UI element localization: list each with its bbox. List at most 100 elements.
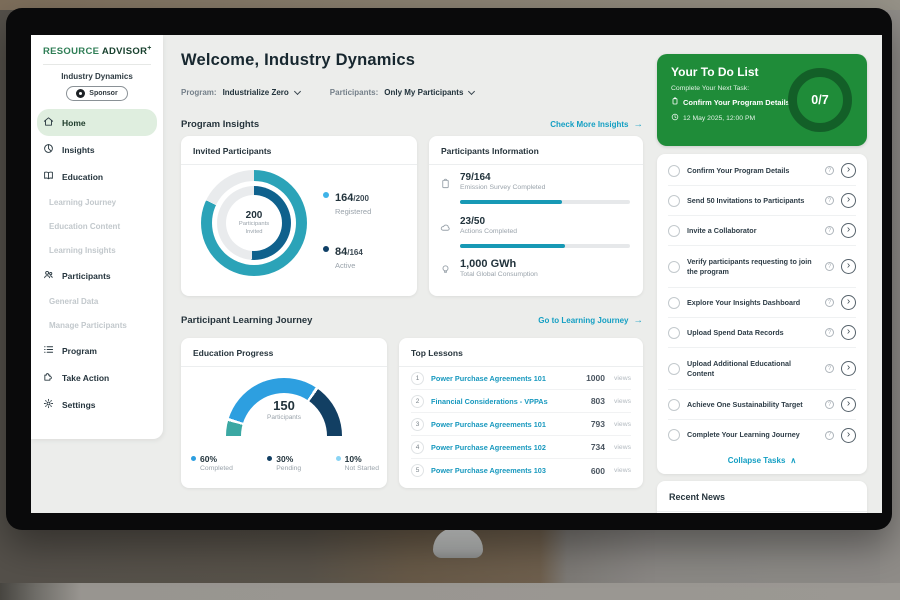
sidebar-item-home[interactable]: Home [37, 109, 157, 136]
task-row[interactable]: Complete Your Learning Journey ? › [668, 420, 856, 450]
lesson-link[interactable]: Power Purchase Agreements 103 [431, 466, 584, 475]
sidebar-item-settings[interactable]: Settings [37, 391, 157, 418]
task-checkbox[interactable] [668, 165, 680, 177]
program-filter-label: Program: [181, 88, 217, 97]
sidebar-item-learning-insights[interactable]: Learning Insights [37, 238, 157, 262]
actions-icon [440, 220, 451, 238]
filters-row: Program: Industrialize Zero Participants… [181, 88, 474, 97]
task-checkbox[interactable] [668, 297, 680, 309]
rank-badge: 1 [411, 372, 424, 385]
info-icon[interactable]: ? [825, 196, 834, 205]
legend-label: Completed [200, 465, 233, 472]
lesson-link[interactable]: Financial Considerations - VPPAs [431, 397, 584, 406]
collapse-tasks-link[interactable]: Collapse Tasks ∧ [657, 450, 867, 470]
info-icon[interactable]: ? [825, 298, 834, 307]
task-checkbox[interactable] [668, 261, 680, 273]
sidebar-item-education-content[interactable]: Education Content [37, 214, 157, 238]
info-icon[interactable]: ? [825, 400, 834, 409]
card-title: Education Progress [181, 338, 387, 367]
actions-progress-fill [460, 244, 565, 248]
info-icon[interactable]: ? [825, 431, 834, 440]
sidebar-item-general-data[interactable]: General Data [37, 289, 157, 313]
invited-donut-chart: 200 Participants Invited [201, 170, 307, 276]
sidebar-item-learning-journey[interactable]: Learning Journey [37, 190, 157, 214]
task-row[interactable]: Invite a Collaborator ? › [668, 216, 856, 246]
sidebar-item-label: Home [62, 118, 86, 128]
chevron-right-button[interactable]: › [841, 193, 856, 208]
org-name: Industry Dynamics [31, 72, 163, 81]
chevron-right-button[interactable]: › [841, 325, 856, 340]
info-row-actions: 23/50 Actions Completed [460, 216, 517, 235]
legend-pct: 60% [200, 454, 233, 464]
program-icon [43, 342, 54, 360]
chevron-right-button[interactable]: › [841, 428, 856, 443]
info-icon[interactable]: ? [825, 262, 834, 271]
task-row[interactable]: Upload Additional Educational Content ? … [668, 348, 856, 390]
chevron-right-button[interactable]: › [841, 223, 856, 238]
task-row[interactable]: Verify participants requesting to join t… [668, 246, 856, 288]
info-row-survey: 79/164 Emission Survey Completed [460, 172, 545, 191]
task-checkbox[interactable] [668, 429, 680, 441]
sidebar-item-program[interactable]: Program [37, 337, 157, 364]
task-checkbox[interactable] [668, 327, 680, 339]
task-row[interactable]: Upload Spend Data Records ? › [668, 318, 856, 348]
chevron-right-button[interactable]: › [841, 259, 856, 274]
lesson-row: 3 Power Purchase Agreements 101 793 view… [411, 413, 631, 436]
task-row[interactable]: Send 50 Invitations to Participants ? › [668, 186, 856, 216]
arrow-right-icon: → [634, 119, 644, 130]
task-row[interactable]: Achieve One Sustainability Target ? › [668, 390, 856, 420]
todo-summary-card: Your To Do List Complete Your Next Task:… [657, 54, 867, 146]
lesson-link[interactable]: Power Purchase Agreements 101 [431, 374, 579, 383]
program-insights-header: Program Insights Check More Insights → [181, 119, 643, 130]
sidebar-item-participants[interactable]: Participants [37, 262, 157, 289]
lesson-link[interactable]: Power Purchase Agreements 102 [431, 443, 584, 452]
collapse-label: Collapse Tasks [728, 456, 786, 465]
participants-filter-label: Participants: [330, 88, 378, 97]
task-checkbox[interactable] [668, 225, 680, 237]
go-to-learning-journey-link[interactable]: Go to Learning Journey → [538, 315, 643, 326]
info-icon[interactable]: ? [825, 328, 834, 337]
sidebar-item-manage-participants[interactable]: Manage Participants [37, 313, 157, 337]
task-row[interactable]: Confirm Your Program Details ? › [668, 156, 856, 186]
task-checkbox[interactable] [668, 399, 680, 411]
lesson-link[interactable]: Power Purchase Agreements 101 [431, 420, 584, 429]
monitor-stand [433, 528, 483, 558]
invited-participants-card: Invited Participants 200 Participants In… [181, 136, 417, 296]
photo-scene: RESOURCE ADVISOR+ Industry Dynamics Spon… [0, 0, 900, 600]
clock-icon [671, 113, 679, 123]
task-checkbox[interactable] [668, 363, 680, 375]
info-icon[interactable]: ? [825, 226, 834, 235]
check-more-insights-link[interactable]: Check More Insights → [550, 119, 643, 130]
sidebar-item-insights[interactable]: Insights [37, 136, 157, 163]
chevron-up-icon: ∧ [790, 456, 796, 465]
legend-pct: 10% [345, 454, 379, 464]
task-row[interactable]: Explore Your Insights Dashboard ? › [668, 288, 856, 318]
chevron-right-button[interactable]: › [841, 361, 856, 376]
donut-center-text: 200 Participants Invited [201, 170, 307, 276]
sidebar-item-label: Participants [62, 271, 111, 281]
lesson-row: 2 Financial Considerations - VPPAs 803 v… [411, 390, 631, 413]
task-checkbox[interactable] [668, 195, 680, 207]
sponsor-icon [76, 89, 85, 98]
chevron-right-button[interactable]: › [841, 397, 856, 412]
recent-news-card: Recent News [657, 481, 867, 513]
consumption-icon [440, 262, 451, 280]
info-icon[interactable]: ? [825, 364, 834, 373]
participants-filter-dropdown[interactable]: Participants: Only My Participants [330, 88, 475, 97]
program-filter-dropdown[interactable]: Program: Industrialize Zero [181, 88, 300, 97]
todo-next-task: Confirm Your Program Details [671, 97, 790, 107]
legend-dot-pending [267, 456, 272, 461]
sidebar-item-education[interactable]: Education [37, 163, 157, 190]
sidebar-item-take-action[interactable]: Take Action [37, 364, 157, 391]
info-icon[interactable]: ? [825, 166, 834, 175]
task-label: Invite a Collaborator [687, 226, 818, 235]
legend-completed: 60%Completed [191, 454, 233, 472]
chevron-right-button[interactable]: › [841, 163, 856, 178]
legend-dot-not-started [336, 456, 341, 461]
rank-badge: 4 [411, 441, 424, 454]
sidebar-item-label: Settings [62, 400, 96, 410]
card-title: Top Lessons [399, 338, 643, 367]
legend-active: 84/164 Active [323, 242, 363, 270]
chevron-right-button[interactable]: › [841, 295, 856, 310]
legend-label: Not Started [345, 465, 379, 472]
